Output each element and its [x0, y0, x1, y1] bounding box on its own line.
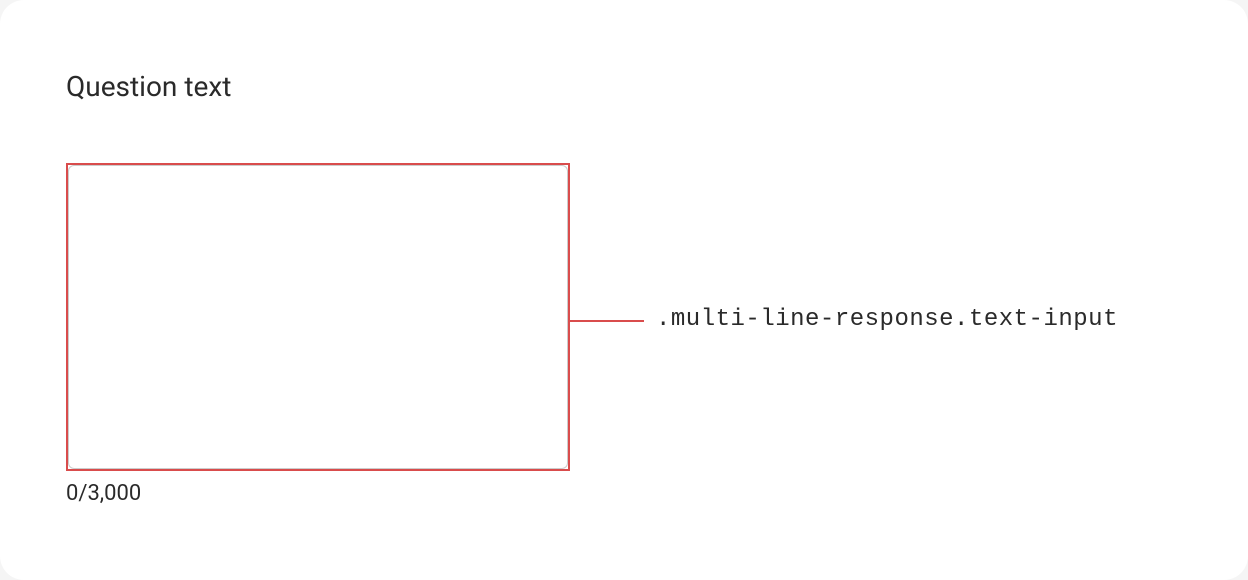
textarea-wrapper: 0/3,000 — [66, 163, 570, 506]
annotation-selector-label: .multi-line-response.text-input — [656, 306, 1118, 333]
question-label: Question text — [66, 70, 1182, 103]
annotation-connector-line — [570, 320, 644, 322]
form-card: Question text 0/3,000 .multi-line-respon… — [0, 0, 1248, 580]
character-counter: 0/3,000 — [66, 481, 570, 506]
response-textarea[interactable] — [68, 165, 568, 469]
